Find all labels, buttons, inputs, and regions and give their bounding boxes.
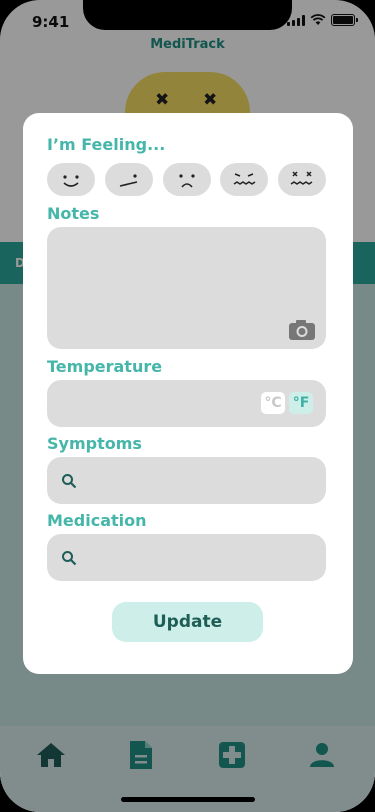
temperature-label: Temperature [47, 357, 163, 376]
notes-label: Notes [47, 204, 100, 223]
unit-fahrenheit-toggle[interactable]: °F [289, 392, 313, 414]
feeling-option-happy[interactable] [47, 163, 95, 196]
update-status-modal: I’m Feeling... Notes Temperature °C °F S… [23, 113, 353, 674]
very-sick-face-icon [290, 171, 313, 185]
symptoms-search-field[interactable] [47, 457, 326, 504]
symptoms-input[interactable] [87, 457, 317, 504]
feeling-option-neutral[interactable] [105, 163, 153, 196]
feeling-option-unwell[interactable] [220, 163, 268, 196]
home-indicator [121, 797, 255, 802]
meh-face-icon [119, 174, 138, 187]
search-icon [62, 551, 77, 566]
medication-input[interactable] [87, 534, 317, 581]
medication-label: Medication [47, 511, 147, 530]
sick-face-icon [233, 173, 256, 185]
unit-celsius-toggle[interactable]: °C [261, 392, 285, 414]
feeling-option-sad[interactable] [163, 163, 211, 196]
temperature-field[interactable]: °C °F [47, 380, 326, 427]
camera-icon[interactable] [288, 319, 316, 341]
feeling-label: I’m Feeling... [47, 135, 166, 154]
medication-search-field[interactable] [47, 534, 326, 581]
phone-screen: 9:41 MediTrack ✖ ✖ D I’m Feeling... Note… [0, 0, 375, 812]
feeling-option-very-sick[interactable] [278, 163, 326, 196]
search-icon [62, 474, 77, 489]
smile-face-icon [63, 175, 79, 187]
sad-face-icon [179, 174, 195, 188]
update-button[interactable]: Update [112, 602, 263, 642]
notes-field[interactable] [47, 227, 326, 349]
symptoms-label: Symptoms [47, 434, 142, 453]
